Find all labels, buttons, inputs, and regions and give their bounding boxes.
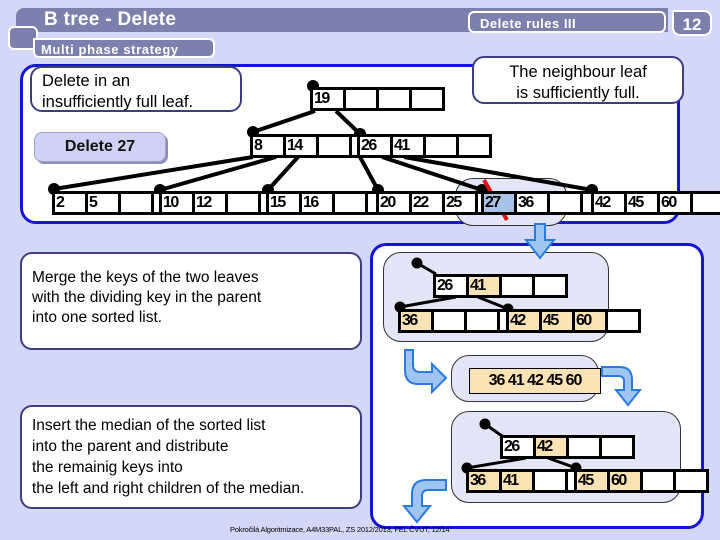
result-parent-node: 26 42 [500, 435, 635, 459]
key-highlight: 60 [610, 472, 640, 490]
key [535, 277, 565, 295]
edge-root-left [252, 109, 316, 134]
key [459, 137, 489, 155]
key-highlight: 42 [536, 438, 566, 456]
key: 26 [360, 137, 390, 155]
key-highlight: 36 [469, 472, 499, 490]
key: 16 [302, 194, 332, 212]
key: 36 [517, 194, 547, 212]
key [569, 438, 599, 456]
key [602, 438, 632, 456]
key [608, 312, 638, 330]
result-right-node: 45 60 [574, 469, 709, 493]
key [228, 194, 258, 212]
key [346, 90, 376, 108]
footer-text: Pokročilá Algoritmizace, A4M33PAL, ZS 20… [230, 525, 450, 534]
key [643, 472, 673, 490]
node-inner-right: 26 41 [357, 134, 492, 158]
key [379, 90, 409, 108]
key-highlight: 60 [575, 312, 605, 330]
arrow-down-icon [523, 223, 557, 260]
key: 20 [379, 194, 409, 212]
key [550, 194, 580, 212]
key: 19 [313, 90, 343, 108]
key: 41 [393, 137, 423, 155]
key-highlight: 45 [542, 312, 572, 330]
key [693, 194, 720, 212]
key: 14 [286, 137, 316, 155]
key-highlight: 41 [469, 277, 499, 295]
key [502, 277, 532, 295]
key: 12 [195, 194, 225, 212]
key: 2 [55, 194, 85, 212]
key: 25 [445, 194, 475, 212]
key [412, 90, 442, 108]
key-highlight: 41 [502, 472, 532, 490]
leaf-node-neighbour: 42 45 60 [591, 191, 720, 215]
key [319, 137, 349, 155]
merge-right-node: 42 45 60 [506, 309, 641, 333]
key: 22 [412, 194, 442, 212]
key: 26 [503, 438, 533, 456]
merge-parent-node: 26 41 [433, 274, 568, 298]
key [426, 137, 456, 155]
key [467, 312, 497, 330]
key-highlight: 36 [401, 312, 431, 330]
diagram-edges [48, 80, 643, 524]
key-highlight: 45 [577, 472, 607, 490]
key: 8 [253, 137, 283, 155]
key: 45 [627, 194, 657, 212]
key: 15 [269, 194, 299, 212]
key [434, 312, 464, 330]
key [121, 194, 151, 212]
key-deleted: 27 [484, 194, 514, 212]
key [676, 472, 706, 490]
key [535, 472, 565, 490]
arrow-curve-down-icon [601, 366, 643, 407]
key: 42 [594, 194, 624, 212]
key [335, 194, 365, 212]
sorted-list: 36 41 42 45 60 [469, 368, 601, 394]
key: 10 [162, 194, 192, 212]
node-root: 19 [310, 87, 445, 111]
arrow-curve-down-left-icon [401, 479, 447, 524]
key: 26 [436, 277, 466, 295]
key-highlight: 42 [509, 312, 539, 330]
key: 5 [88, 194, 118, 212]
edge-14-right [266, 155, 300, 192]
arrow-curve-right-icon [404, 349, 448, 395]
key: 60 [660, 194, 690, 212]
